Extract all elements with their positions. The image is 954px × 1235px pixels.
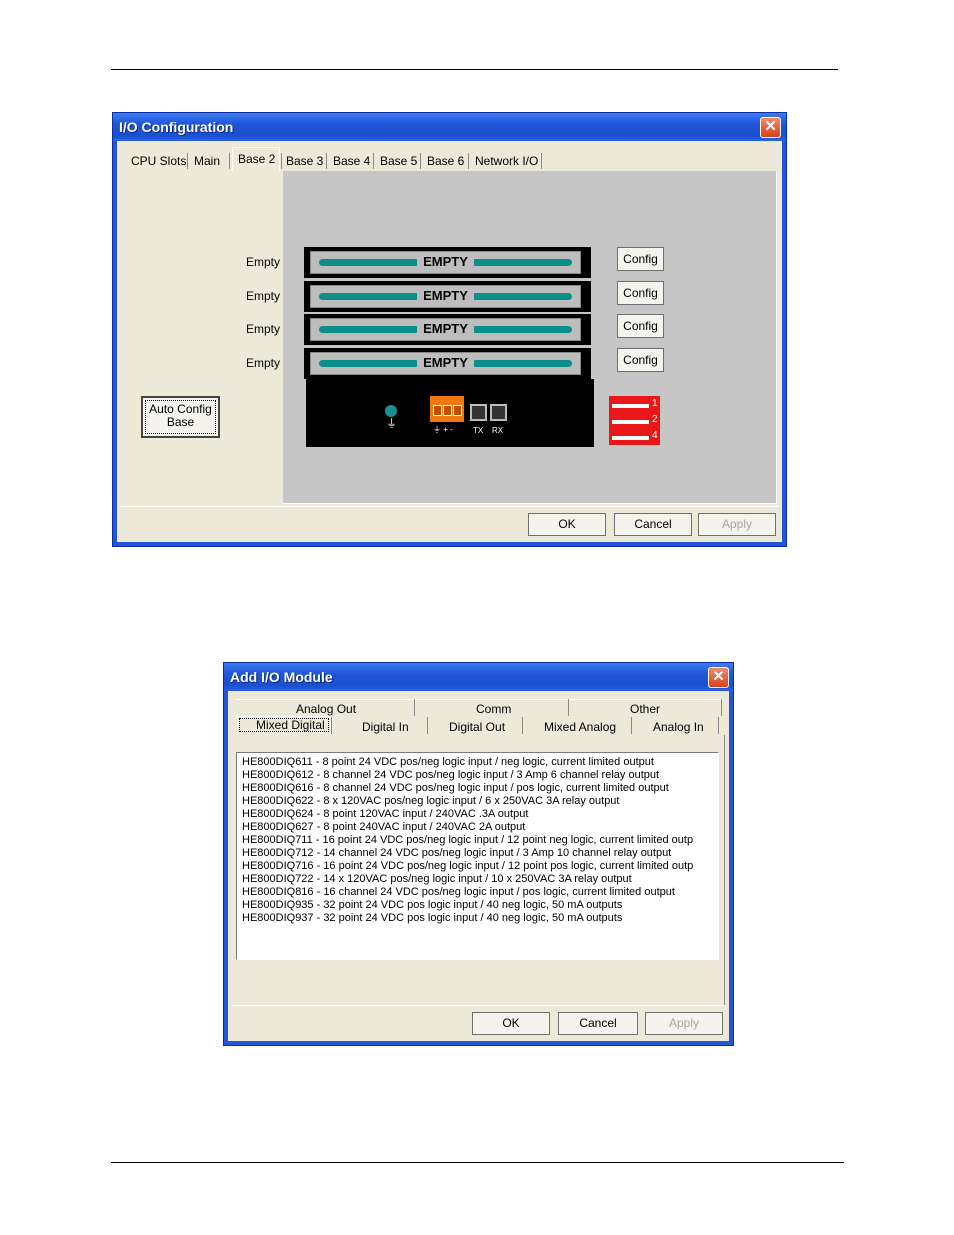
slot-card-label: EMPTY [417,254,474,269]
terminal-block-icon [430,396,464,422]
window-title: I/O Configuration [113,113,786,141]
terminal-labels: ⏚ + - [433,425,453,434]
apply-button[interactable]: Apply [698,513,776,536]
dialog-body: Analog Out Comm Other Mixed Digital Digi… [228,691,729,1041]
slot-status: Empty [246,322,281,336]
window-title: Add I/O Module [224,663,733,691]
close-icon: ✕ [712,668,725,685]
rx-port-icon [490,404,507,421]
tab-digital-in[interactable]: Digital In [362,720,409,734]
tab-other[interactable]: Other [630,702,660,716]
config-button-3[interactable]: Config [617,314,664,338]
cancel-button[interactable]: Cancel [558,1012,638,1035]
tx-label: TX [473,426,484,435]
close-icon: ✕ [764,118,777,135]
base-power-module: ⏚ ⏚ + - TX RX [306,379,594,447]
tab-network-io[interactable]: Network I/O [475,154,538,168]
dip-label: 1 [652,398,658,409]
ok-button[interactable]: OK [472,1012,550,1035]
apply-button[interactable]: Apply [645,1012,723,1035]
module-slot-1[interactable]: EMPTY [304,247,591,278]
tab-base-6[interactable]: Base 6 [427,154,464,168]
panel-divider [121,506,779,507]
auto-config-base-button[interactable]: Auto Config Base [141,396,220,438]
bottom-rule [111,1162,844,1163]
ok-button[interactable]: OK [528,513,606,536]
dip-switch[interactable]: 1 2 4 [609,396,660,445]
slot-status: Empty [246,255,281,269]
slot-status: Empty [246,356,281,370]
config-button-1[interactable]: Config [617,247,664,271]
module-slot-2[interactable]: EMPTY [304,281,591,312]
ground-icon [385,405,397,417]
dip-label: 4 [652,430,658,441]
tab-base-3[interactable]: Base 3 [286,154,323,168]
config-button-4[interactable]: Config [617,348,664,372]
tab-mixed-analog[interactable]: Mixed Analog [544,720,616,734]
close-button[interactable]: ✕ [708,667,729,688]
tx-port-icon [470,404,487,421]
close-button[interactable]: ✕ [760,117,781,138]
tab-digital-out[interactable]: Digital Out [449,720,505,734]
slot-card-label: EMPTY [417,355,474,370]
tab-analog-out[interactable]: Analog Out [296,702,356,716]
tab-cpu-slots[interactable]: CPU Slots [131,154,186,168]
module-slot-3[interactable]: EMPTY [304,314,591,345]
top-rule [111,69,838,70]
config-button-2[interactable]: Config [617,281,664,305]
tab-panel-border [234,735,725,1005]
auto-config-label-2: Base [166,415,195,429]
module-slot-4[interactable]: EMPTY [304,348,591,379]
tab-comm[interactable]: Comm [476,702,511,716]
tab-main[interactable]: Main [194,154,220,168]
panel-divider [232,1005,726,1006]
tab-analog-in[interactable]: Analog In [653,720,704,734]
tab-base-4[interactable]: Base 4 [333,154,370,168]
rx-label: RX [492,426,504,435]
slot-card-label: EMPTY [417,288,474,303]
slot-status: Empty [246,289,281,303]
add-io-module-window: Add I/O Module ✕ Analog Out Comm Other M… [223,662,734,1046]
tab-base-2[interactable]: Base 2 [238,152,275,166]
tab-mixed-digital[interactable]: Mixed Digital [256,718,325,732]
dip-label: 2 [652,414,658,425]
cancel-button[interactable]: Cancel [614,513,692,536]
ground-symbol-icon: ⏚ [386,418,397,430]
tab-base-5[interactable]: Base 5 [380,154,417,168]
slot-card-label: EMPTY [417,321,474,336]
